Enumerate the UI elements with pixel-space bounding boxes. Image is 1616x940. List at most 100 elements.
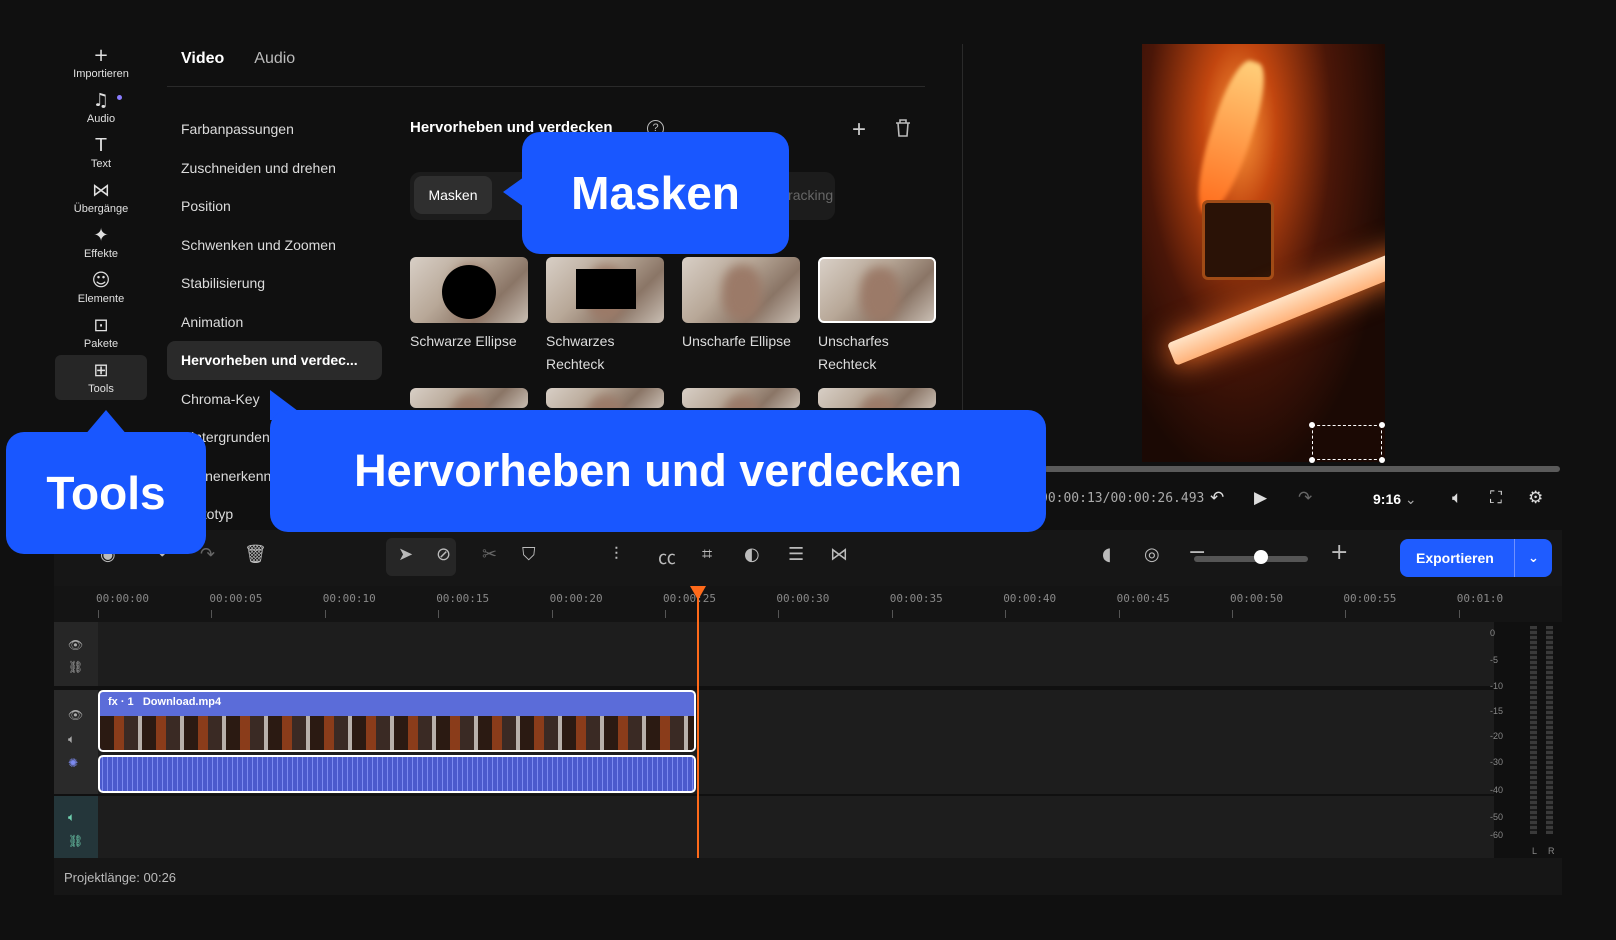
tool-transitions[interactable]: ⋈ Übergänge [55,175,147,220]
effect-blur-rectangle[interactable] [818,257,936,323]
effect-blur-ellipse[interactable] [682,257,800,323]
tab-audio[interactable]: Audio [254,50,295,68]
zoom-in-icon[interactable]: + [1330,540,1348,565]
audio-ducking-icon[interactable]: ◖ [1102,544,1111,565]
effect-thumb[interactable] [410,388,528,408]
play-icon[interactable]: ▶ [1254,488,1267,508]
blade-icon[interactable]: ⊘ [436,544,451,565]
ruler-tick-label: 00:00:05 [209,592,263,605]
effect-thumb[interactable] [682,388,800,408]
settings-icon[interactable]: ⚙ [1528,488,1543,508]
tool-text[interactable]: T Text [55,130,147,175]
tool-packages[interactable]: ⊡ Pakete [55,310,147,355]
menu-item-animation[interactable]: Animation [167,303,382,342]
volume-icon[interactable]: 🔈︎ [1452,488,1462,508]
split-audio-icon[interactable]: ⫶ [614,544,619,565]
video-clip[interactable]: fx · 1 Download.mp4 [98,690,696,752]
undo-icon[interactable]: ↶ [1210,488,1224,508]
ruler-tick [551,610,553,618]
menu-item-color[interactable]: Farbanpassungen [167,110,382,149]
chevron-down-icon[interactable]: ⌄ [1514,539,1552,577]
aspect-ratio-select[interactable]: 9:16 ⌄ [1373,491,1417,508]
callout-tools: Tools [6,432,206,554]
menu-item-position[interactable]: Position [167,187,382,226]
segment-masks[interactable]: Masken [414,176,492,214]
effect-thumb[interactable] [818,388,936,408]
transition-icon[interactable]: ⋈ [830,544,848,565]
timeline-ruler[interactable]: 00:00:00 00:00:05 00:00:10 00:00:15 00:00:20… [54,586,1562,622]
tool-elements[interactable]: ☺ Elemente [55,265,147,310]
link-icon[interactable]: ⛓︎ [68,660,83,674]
effect-black-rectangle[interactable] [546,257,664,323]
tool-audio[interactable]: ♫ Audio [55,85,147,130]
color-icon[interactable]: ◐ [744,544,760,565]
clip-title: fx · 1 Download.mp4 [108,696,221,708]
track-header: 👁︎ 🔈︎ ✺ [54,690,98,794]
tool-import[interactable]: + Importieren [55,40,147,85]
scissors-icon[interactable]: ✂ [482,544,497,565]
unlink-icon[interactable]: ⛓︎ [68,834,83,848]
ruler-tick [1345,610,1347,618]
ruler-tick-label: 00:00:45 [1116,592,1170,605]
magnet-icon[interactable]: ◎ [1144,544,1160,565]
redo-icon[interactable]: ↷ [1298,488,1312,508]
audio-fx-icon[interactable]: ✺ [68,756,78,770]
effect-label: Unscharfes Rechteck [818,333,889,372]
ruler-tick-label: 00:00:35 [889,592,943,605]
menu-item-stabilize[interactable]: Stabilisierung [167,264,382,303]
tool-effects[interactable]: ✦ Effekte [55,220,147,265]
preview-scrubber[interactable] [1044,466,1560,472]
track-audio[interactable]: 🔈︎ ⛓︎ [54,796,1494,858]
zoom-slider[interactable] [1194,556,1308,562]
tool-tools[interactable]: ⊞ Tools [55,355,147,400]
timeline-toolbar: ◉ ↶ ↷ 🗑︎ ➤ ⊘ ✂ ⛉ ⫶ ㏄ ⌗ ◐ ☰ ⋈ ◖ ◎ − + Exp… [54,530,1562,586]
playhead[interactable] [697,590,699,858]
ruler-tick-label: 00:00:20 [549,592,603,605]
ruler-tick-label: 00:00:10 [322,592,376,605]
effect-black-ellipse[interactable] [410,257,528,323]
export-button[interactable]: Exportieren ⌄ [1400,539,1552,577]
delete-icon[interactable]: 🗑︎ [244,544,267,565]
effect-label: Schwarzes Rechteck [546,333,615,372]
captions-icon[interactable]: ㏄ [658,544,676,570]
ruler-tick-label: 00:00:40 [1003,592,1057,605]
redo-icon[interactable]: ↷ [200,544,215,565]
crop-icon[interactable]: ⌗ [702,544,712,565]
notification-dot [117,95,122,100]
menu-item-highlight[interactable]: Hervorheben und verdec... [167,341,382,380]
add-icon[interactable]: + [852,116,866,144]
status-bar: Projektlänge: 00:26 [54,858,1562,895]
smiley-icon: ☺ [91,269,111,291]
volume-icon[interactable]: 🔈︎ [68,732,75,747]
meter-db-label: -15 [1490,706,1504,716]
fullscreen-icon[interactable]: ⛶ [1490,488,1502,508]
effect-thumb[interactable] [546,388,664,408]
chevron-down-icon: ⌄ [1404,491,1417,507]
meter-db-label: 0 [1490,628,1496,638]
volume-icon[interactable]: 🔈︎ [68,810,75,825]
menu-item-panzoom[interactable]: Schwenken und Zoomen [167,226,382,265]
tab-video[interactable]: Video [181,50,224,68]
eye-icon[interactable]: 👁︎ [68,708,83,722]
meter-db-label: -40 [1490,785,1504,795]
ruler-tick [1118,610,1120,618]
effect-label: Unscharfe Ellipse [682,333,791,349]
shield-icon[interactable]: ⛉ [522,544,536,565]
mask-selection-box[interactable] [1309,422,1385,463]
audio-waveform-clip[interactable] [98,755,696,793]
eye-icon[interactable]: 👁︎ [68,638,83,652]
ruler-tick [778,610,780,618]
trash-icon[interactable] [894,118,912,138]
ruler-tick [211,610,213,618]
video-preview[interactable] [1142,44,1385,462]
ruler-tick [665,610,666,618]
adjust-icon[interactable]: ☰ [788,544,804,565]
track-empty[interactable]: 👁︎ ⛓︎ [54,622,1494,686]
transition-icon: ⋈ [92,179,110,201]
ruler-tick [438,610,440,618]
menu-item-crop[interactable]: Zuschneiden und drehen [167,149,382,188]
ruler-tick-label: 00:01:0 [1456,592,1504,605]
meter-right-label: R [1548,846,1555,856]
select-arrow-icon[interactable]: ➤ [398,544,413,565]
zoom-slider-handle[interactable] [1254,550,1268,564]
